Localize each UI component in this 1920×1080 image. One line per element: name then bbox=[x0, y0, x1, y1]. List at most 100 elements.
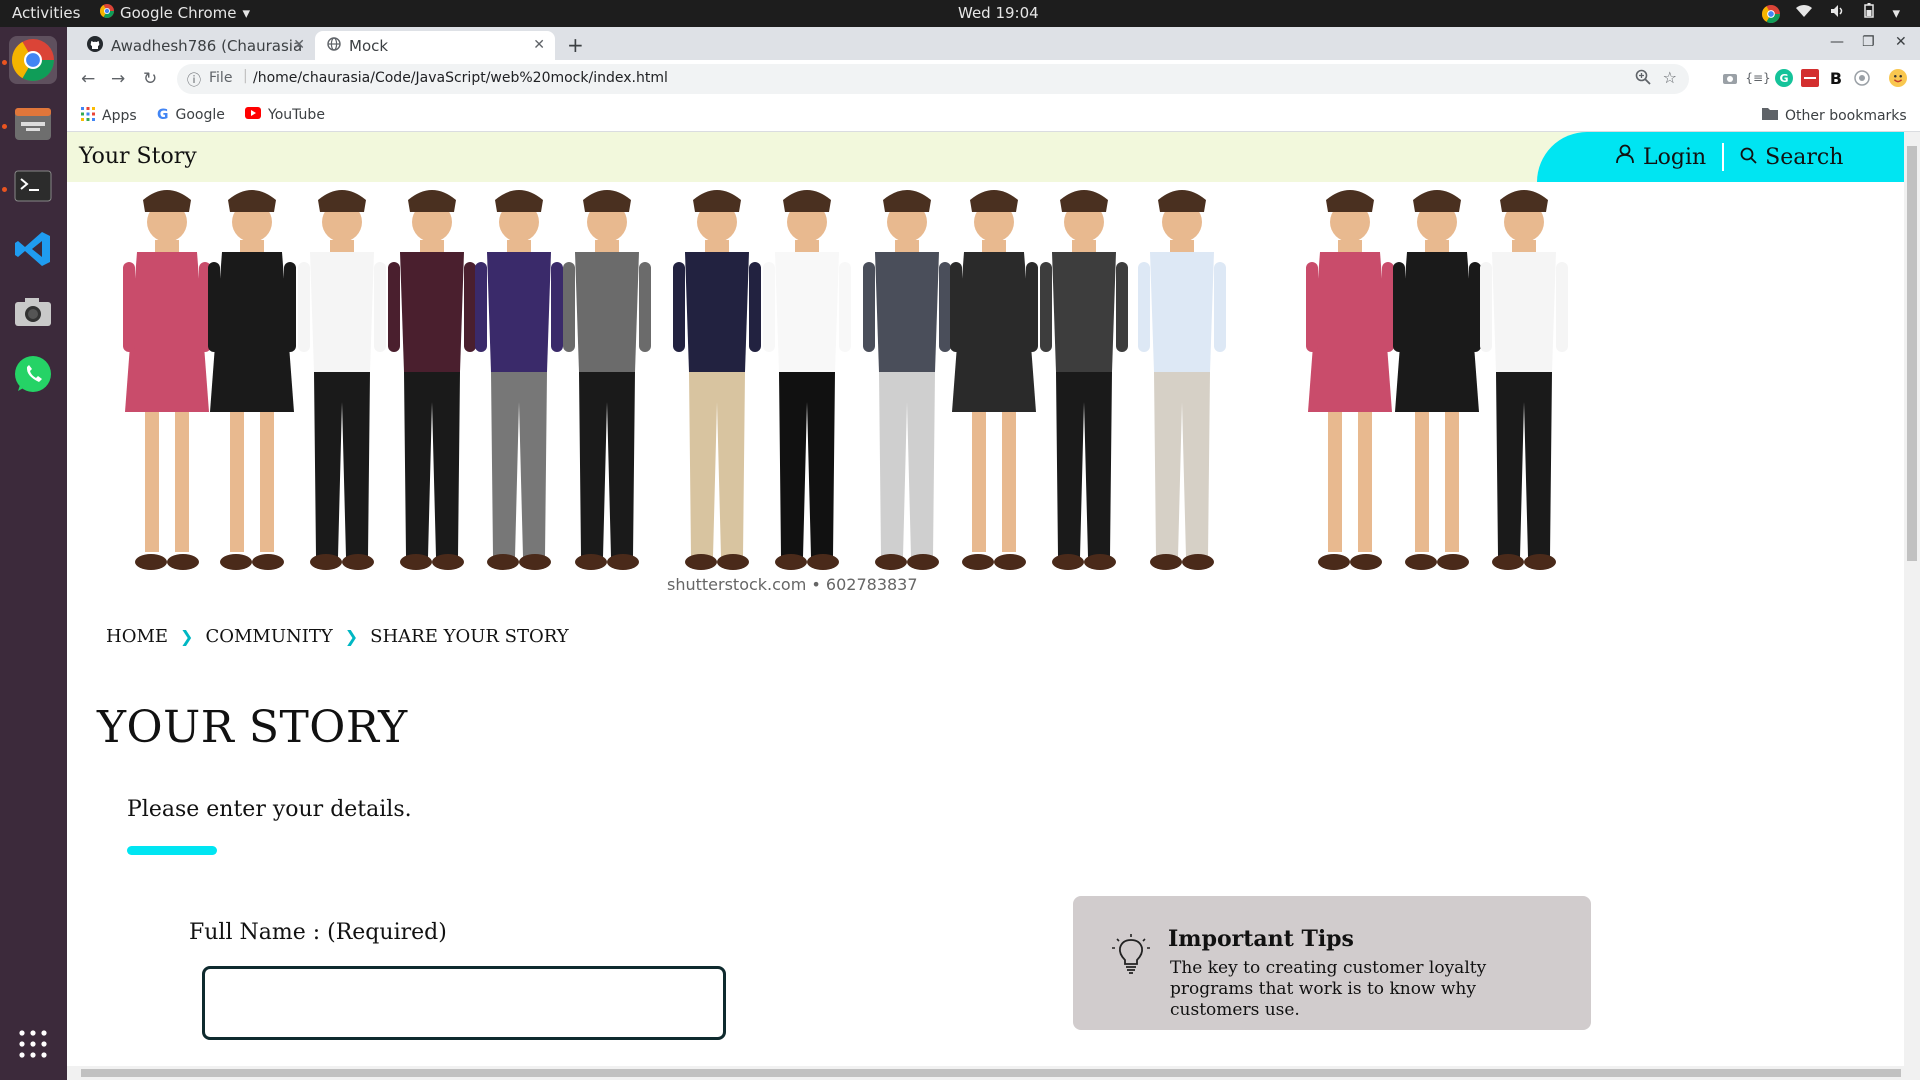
activities-button[interactable]: Activities bbox=[12, 4, 80, 22]
search-button[interactable]: Search bbox=[1740, 145, 1843, 170]
header-divider bbox=[1722, 143, 1725, 171]
scrollbar-thumb[interactable] bbox=[81, 1069, 1901, 1077]
volume-icon[interactable] bbox=[1830, 4, 1846, 22]
info-icon[interactable]: ⓘ bbox=[187, 70, 201, 90]
close-tab-icon[interactable]: ✕ bbox=[293, 37, 305, 53]
privacy-extension-icon[interactable] bbox=[1853, 69, 1871, 87]
tab-mock[interactable]: Mock ✕ bbox=[315, 31, 555, 60]
person-arm bbox=[374, 262, 386, 352]
tab-github[interactable]: Awadhesh786 (Chaurasia ✕ bbox=[75, 31, 315, 60]
forward-icon[interactable]: → bbox=[111, 69, 125, 89]
bookmarks-bar: Apps G Google YouTube Other bookmarks bbox=[67, 98, 1920, 132]
grammarly-icon[interactable]: G bbox=[1775, 69, 1793, 87]
person-dress bbox=[1395, 252, 1479, 412]
minimize-icon[interactable]: — bbox=[1830, 34, 1844, 50]
tab-label: Mock bbox=[349, 36, 389, 55]
person-arm bbox=[208, 262, 220, 352]
person-pants bbox=[879, 372, 935, 557]
person-shoe bbox=[875, 554, 907, 570]
vscode-icon[interactable] bbox=[9, 225, 57, 273]
bookmark-google[interactable]: G Google bbox=[157, 107, 225, 123]
person-arm bbox=[939, 262, 951, 352]
person-neck bbox=[705, 240, 729, 254]
address-url[interactable]: /home/chaurasia/Code/JavaScript/web%20mo… bbox=[253, 70, 668, 86]
person-arm bbox=[475, 262, 487, 352]
system-tray[interactable]: ▾ bbox=[1762, 3, 1900, 23]
person-neck bbox=[1170, 240, 1194, 254]
reload-icon[interactable]: ↻ bbox=[143, 69, 157, 89]
back-icon[interactable]: ← bbox=[81, 69, 95, 89]
running-indicator bbox=[2, 60, 7, 65]
site-brand[interactable]: Your Story bbox=[79, 144, 197, 169]
camera-icon[interactable] bbox=[9, 288, 57, 336]
whatsapp-icon[interactable] bbox=[9, 351, 57, 399]
profile-avatar-icon[interactable] bbox=[1889, 69, 1907, 87]
person-hair bbox=[495, 190, 543, 212]
close-tab-icon[interactable]: ✕ bbox=[533, 37, 545, 53]
person-shoe bbox=[1318, 554, 1350, 570]
person-leg bbox=[972, 412, 986, 552]
person-shoe bbox=[342, 554, 374, 570]
more-menu-icon[interactable]: ⋮ bbox=[1915, 69, 1920, 88]
new-tab-icon[interactable]: + bbox=[567, 33, 584, 57]
vertical-scrollbar[interactable] bbox=[1904, 132, 1920, 1066]
google-icon: G bbox=[157, 107, 169, 123]
horizontal-scrollbar[interactable] bbox=[67, 1066, 1920, 1080]
breadcrumb-home[interactable]: HOME bbox=[106, 626, 168, 647]
battery-icon[interactable] bbox=[1864, 3, 1875, 22]
bold-extension-icon[interactable]: B bbox=[1827, 69, 1845, 88]
person-hair bbox=[143, 190, 191, 212]
breadcrumb-community[interactable]: COMMUNITY bbox=[205, 626, 332, 647]
other-bookmarks[interactable]: Other bookmarks bbox=[1762, 107, 1907, 124]
person-arm bbox=[1393, 262, 1405, 352]
app-grid-icon[interactable] bbox=[9, 1020, 57, 1068]
person-shoe bbox=[1524, 554, 1556, 570]
person-pants bbox=[1154, 372, 1210, 557]
red-extension-icon[interactable] bbox=[1801, 69, 1819, 87]
person-arm bbox=[749, 262, 761, 352]
breadcrumb-share-your-story[interactable]: SHARE YOUR STORY bbox=[370, 626, 569, 647]
address-bar[interactable]: ⓘ File | /home/chaurasia/Code/JavaScript… bbox=[177, 64, 1689, 94]
person-shoe bbox=[994, 554, 1026, 570]
files-icon[interactable] bbox=[9, 99, 57, 147]
terminal-icon[interactable] bbox=[9, 162, 57, 210]
person-arm bbox=[1306, 262, 1318, 352]
person-hair bbox=[1158, 190, 1206, 212]
zoom-icon[interactable] bbox=[1635, 69, 1651, 89]
fullname-input[interactable] bbox=[202, 966, 726, 1040]
bookmark-star-icon[interactable]: ☆ bbox=[1663, 68, 1677, 87]
scrollbar-thumb[interactable] bbox=[1907, 146, 1917, 561]
browser-toolbar: ← → ↻ ⓘ File | /home/chaurasia/Code/Java… bbox=[67, 60, 1920, 98]
person-arm bbox=[563, 262, 575, 352]
clock[interactable]: Wed 19:04 bbox=[958, 4, 1039, 22]
person-shirt bbox=[400, 252, 464, 372]
wifi-icon[interactable] bbox=[1796, 4, 1813, 22]
person-neck bbox=[507, 240, 531, 254]
person-shoe bbox=[575, 554, 607, 570]
header-actions: Login Search bbox=[1537, 132, 1904, 182]
chrome-icon[interactable] bbox=[9, 36, 57, 84]
breadcrumb: HOME ❯ COMMUNITY ❯ SHARE YOUR STORY bbox=[106, 626, 569, 647]
app-menu[interactable]: Google Chrome ▾ bbox=[100, 4, 250, 22]
person-leg bbox=[1328, 412, 1342, 552]
address-divider: | bbox=[243, 68, 248, 84]
tips-body: The key to creating customer loyalty pro… bbox=[1170, 958, 1487, 1020]
person-shoe bbox=[167, 554, 199, 570]
person-shirt bbox=[1052, 252, 1116, 372]
json-extension-icon[interactable]: {≡} bbox=[1745, 69, 1770, 87]
close-window-icon[interactable]: ✕ bbox=[1895, 34, 1907, 50]
bookmark-youtube[interactable]: YouTube bbox=[245, 107, 325, 123]
person-arm bbox=[123, 262, 135, 352]
power-menu-chevron-icon[interactable]: ▾ bbox=[1892, 4, 1900, 22]
browser-window: Awadhesh786 (Chaurasia ✕ Mock ✕ + — ❐ ✕ … bbox=[67, 27, 1920, 132]
person-pants bbox=[779, 372, 835, 557]
bookmark-label: YouTube bbox=[268, 107, 325, 123]
bookmark-apps[interactable]: Apps bbox=[81, 107, 137, 125]
chrome-tray-icon[interactable] bbox=[1762, 4, 1781, 23]
hero-people-image bbox=[67, 182, 1904, 597]
restore-icon[interactable]: ❐ bbox=[1862, 34, 1875, 50]
apps-grid-icon bbox=[81, 107, 95, 125]
login-button[interactable]: Login bbox=[1615, 144, 1706, 170]
screenshot-extension-icon[interactable] bbox=[1721, 69, 1739, 87]
person-shirt bbox=[775, 252, 839, 372]
